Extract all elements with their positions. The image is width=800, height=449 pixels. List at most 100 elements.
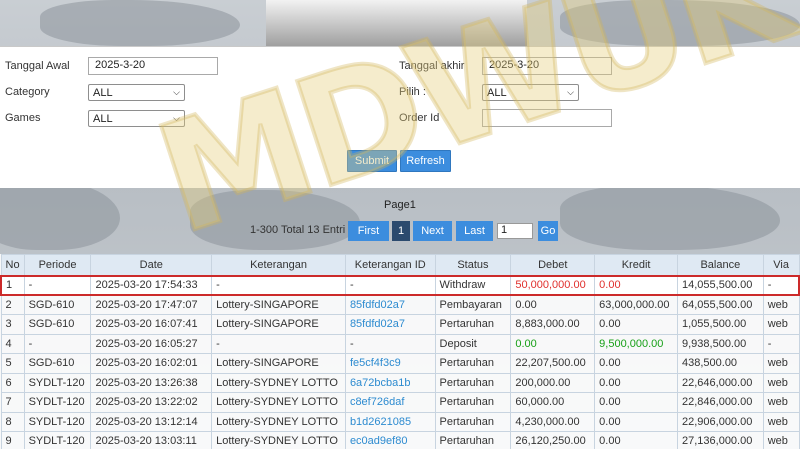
tanggal-awal-label: Tanggal Awal <box>5 60 70 72</box>
next-page-button[interactable]: Next <box>413 221 452 241</box>
games-select[interactable]: ALL ⌵ <box>88 110 185 127</box>
cell-periode: SGD-610 <box>23 294 92 315</box>
cell-balance: 1,055,500.00 <box>677 314 764 335</box>
cell-keterangan-id[interactable]: c8ef726daf <box>344 392 436 413</box>
tanggal-awal-input[interactable]: 2025-3-20 <box>88 57 218 75</box>
cell-keterangan: Lottery-SYDNEY LOTTO <box>211 411 346 432</box>
cell-status: Pertaruhan <box>434 392 512 413</box>
pilih-select[interactable]: ALL ⌵ <box>482 84 579 101</box>
cell-periode: SYDLT-120 <box>23 411 92 432</box>
table-row[interactable]: 2 SGD-610 2025-03-20 17:47:07 Lottery-SINGA… <box>0 294 800 315</box>
first-page-button[interactable]: First <box>348 221 389 241</box>
transactions-table: No Periode Date Keterangan Keterangan ID… <box>0 254 800 449</box>
cell-date: 2025-03-20 17:47:07 <box>90 294 213 315</box>
cell-balance: 438,500.00 <box>677 353 764 374</box>
cell-no: 4 <box>0 333 25 354</box>
table-row[interactable]: 6 SYDLT-120 2025-03-20 13:26:38 Lottery-SYD… <box>0 372 800 393</box>
cell-status: Pembayaran <box>434 294 512 315</box>
cell-via: web <box>762 411 800 432</box>
table-row[interactable]: 8 SYDLT-120 2025-03-20 13:12:14 Lottery-SYD… <box>0 411 800 432</box>
cell-date: 2025-03-20 13:22:02 <box>90 392 213 413</box>
cell-status: Withdraw <box>434 274 512 296</box>
col-header-via: Via <box>762 254 800 276</box>
submit-button[interactable]: Submit <box>347 150 397 172</box>
cell-keterangan-id[interactable]: ec0ad9ef80 <box>344 431 436 449</box>
cell-keterangan-id[interactable]: 85fdfd02a7 <box>344 294 436 315</box>
go-button[interactable]: Go <box>538 221 558 241</box>
cell-balance: 64,055,500.00 <box>677 294 764 315</box>
table-row[interactable]: 7 SYDLT-120 2025-03-20 13:22:02 Lottery-SYD… <box>0 392 800 413</box>
cell-no: 6 <box>0 372 25 393</box>
cell-no: 2 <box>0 294 25 315</box>
table-row[interactable]: 3 SGD-610 2025-03-20 16:07:41 Lottery-SINGA… <box>0 314 800 335</box>
cell-periode: SGD-610 <box>23 314 92 335</box>
cell-keterangan: Lottery-SYDNEY LOTTO <box>211 431 346 449</box>
cell-date: 2025-03-20 16:02:01 <box>90 353 213 374</box>
pilih-label: Pilih : <box>399 86 426 98</box>
cell-keterangan: Lottery-SINGAPORE <box>211 314 346 335</box>
cell-keterangan: Lottery-SYDNEY LOTTO <box>211 372 346 393</box>
top-banner <box>266 0 527 48</box>
cell-kredit: 63,000,000.00 <box>594 294 678 315</box>
tanggal-akhir-input[interactable]: 2025-3-20 <box>482 57 612 75</box>
cell-balance: 22,646,000.00 <box>677 372 764 393</box>
cell-keterangan: - <box>211 274 346 296</box>
col-header-date: Date <box>90 254 213 276</box>
current-page-button[interactable]: 1 <box>392 221 410 241</box>
chevron-down-icon: ⌵ <box>173 113 180 123</box>
cell-keterangan-id[interactable]: 6a72bcba1b <box>344 372 436 393</box>
table-row[interactable]: 4-2025-03-20 16:05:27- - Deposit 0.00 9,500,… <box>0 333 800 354</box>
cell-no: 1 <box>0 274 25 296</box>
cell-keterangan-id[interactable]: 85fdfd02a7 <box>344 314 436 335</box>
cell-date: 2025-03-20 13:03:11 <box>90 431 213 449</box>
order-id-input[interactable] <box>482 109 612 127</box>
cell-date: 2025-03-20 17:54:33 <box>90 274 213 296</box>
category-select[interactable]: ALL ⌵ <box>88 84 185 101</box>
table-row[interactable]: 5 SGD-610 2025-03-20 16:02:01 Lottery-SINGA… <box>0 353 800 374</box>
col-header-keterangan-id: Keterangan ID <box>344 254 436 276</box>
cell-balance: 27,136,000.00 <box>677 431 764 449</box>
cell-balance: 14,055,500.00 <box>677 274 764 296</box>
cell-debet: 4,230,000.00 <box>510 411 596 432</box>
cell-kredit: 0.00 <box>594 314 678 335</box>
cell-no: 9 <box>0 431 25 449</box>
col-header-periode: Periode <box>23 254 92 276</box>
order-id-label: Order Id <box>399 112 440 124</box>
cell-kredit: 0.00 <box>594 274 678 296</box>
cell-balance: 22,906,000.00 <box>677 411 764 432</box>
cell-via: web <box>762 314 800 335</box>
cell-keterangan-id: - <box>344 274 436 296</box>
cell-keterangan: - <box>211 333 346 354</box>
cell-balance: 9,938,500.00 <box>677 333 764 354</box>
cell-keterangan-id[interactable]: b1d2621085 <box>344 411 436 432</box>
cell-date: 2025-03-20 16:05:27 <box>90 333 213 354</box>
category-select-value: ALL <box>93 86 113 99</box>
cell-debet: 26,120,250.00 <box>510 431 596 449</box>
col-header-kredit: Kredit <box>594 254 678 276</box>
cell-via: - <box>762 274 800 296</box>
table-header-row: No Periode Date Keterangan Keterangan ID… <box>0 254 800 276</box>
refresh-button[interactable]: Refresh <box>400 150 451 172</box>
cell-keterangan: Lottery-SINGAPORE <box>211 353 346 374</box>
cell-kredit: 0.00 <box>594 392 678 413</box>
cell-via: web <box>762 392 800 413</box>
games-label: Games <box>5 112 41 124</box>
col-header-balance: Balance <box>677 254 764 276</box>
cell-periode: - <box>23 333 92 354</box>
tanggal-akhir-label: Tanggal akhir <box>399 60 465 72</box>
cell-via: web <box>762 294 800 315</box>
table-row[interactable]: 1-2025-03-20 17:54:33- - Withdraw 50,000,00… <box>0 274 800 296</box>
cell-no: 3 <box>0 314 25 335</box>
cell-keterangan-id[interactable]: fe5cf4f3c9 <box>344 353 436 374</box>
cell-periode: SGD-610 <box>23 353 92 374</box>
cell-kredit: 0.00 <box>594 353 678 374</box>
cell-no: 7 <box>0 392 25 413</box>
last-page-button[interactable]: Last <box>456 221 493 241</box>
page-number-input[interactable]: 1 <box>497 223 533 239</box>
table-row[interactable]: 9 SYDLT-120 2025-03-20 13:03:11 Lottery-SYD… <box>0 431 800 449</box>
cell-balance: 22,846,000.00 <box>677 392 764 413</box>
cell-date: 2025-03-20 13:12:14 <box>90 411 213 432</box>
cell-debet: 22,207,500.00 <box>510 353 596 374</box>
cell-periode: - <box>23 274 92 296</box>
cell-via: - <box>762 333 800 354</box>
